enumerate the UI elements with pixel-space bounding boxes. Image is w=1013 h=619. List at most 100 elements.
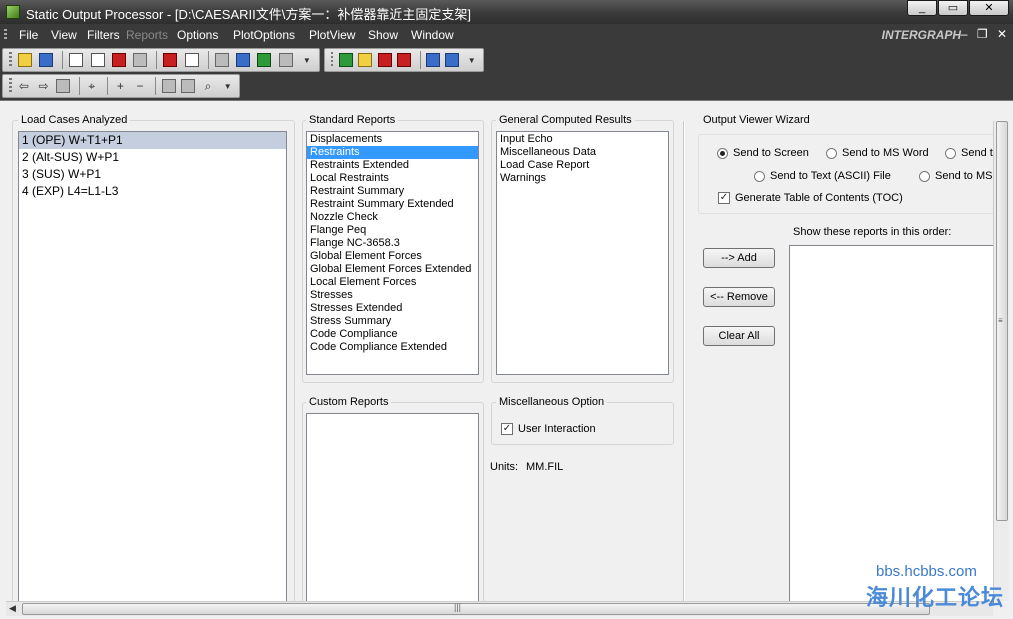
load-case-item[interactable]: 4 (EXP) L4=L1-L3 bbox=[19, 183, 286, 200]
report-order-list[interactable] bbox=[789, 245, 994, 605]
result-item[interactable]: Input Echo bbox=[497, 133, 668, 146]
stop-icon[interactable] bbox=[161, 51, 179, 69]
edit-icon[interactable] bbox=[357, 51, 374, 69]
chevron-down-icon[interactable]: ▼ bbox=[298, 51, 316, 69]
minimize-button[interactable]: _ bbox=[907, 0, 937, 16]
corner-icon[interactable] bbox=[182, 51, 200, 69]
excel-icon[interactable] bbox=[255, 51, 273, 69]
intergraph-logo: INTERGRAPH bbox=[881, 28, 961, 42]
mdi-close-button[interactable]: ✕ bbox=[997, 27, 1007, 41]
menubar-grip[interactable] bbox=[4, 29, 7, 41]
mdi-restore-button[interactable]: ❐ bbox=[977, 27, 988, 41]
report-item[interactable]: Stress Summary bbox=[307, 315, 478, 328]
arrow-right-icon[interactable]: ⇨ bbox=[35, 77, 52, 95]
toolbar-grip[interactable] bbox=[331, 52, 334, 68]
scroll-left-icon[interactable]: ◀ bbox=[9, 603, 16, 614]
clear-icon[interactable] bbox=[396, 51, 413, 69]
report-item[interactable]: Global Element Forces Extended bbox=[307, 263, 478, 276]
print-icon[interactable] bbox=[213, 51, 231, 69]
report-item[interactable]: Flange Peq bbox=[307, 224, 478, 237]
report-item[interactable]: Code Compliance bbox=[307, 328, 478, 341]
menu-plotoptions[interactable]: PlotOptions bbox=[233, 28, 295, 42]
menu-options[interactable]: Options bbox=[177, 28, 218, 42]
menu-plotview[interactable]: PlotView bbox=[309, 28, 355, 42]
report-icon[interactable] bbox=[131, 51, 149, 69]
document-red-icon[interactable] bbox=[110, 51, 128, 69]
report-item[interactable]: Displacements bbox=[307, 133, 478, 146]
page-icon[interactable] bbox=[55, 77, 72, 95]
toolbar-separator bbox=[207, 51, 209, 69]
remove-button[interactable]: <-- Remove bbox=[703, 287, 775, 307]
custom-reports-list[interactable] bbox=[306, 413, 479, 606]
mdi-minimize-button[interactable]: – bbox=[961, 27, 968, 41]
menu-window[interactable]: Window bbox=[411, 28, 454, 42]
document-icon[interactable] bbox=[67, 51, 85, 69]
close-button[interactable]: ✕ bbox=[969, 0, 1009, 16]
open-folder-icon[interactable] bbox=[16, 51, 34, 69]
user-interaction-checkbox[interactable]: ✓ User Interaction bbox=[501, 423, 596, 435]
toolbar-grip[interactable] bbox=[9, 52, 12, 68]
send-to-word-radio[interactable]: Send to MS Word bbox=[826, 147, 929, 159]
load-case-item[interactable]: 3 (SUS) W+P1 bbox=[19, 166, 286, 183]
report-item[interactable]: Stresses bbox=[307, 289, 478, 302]
report-item[interactable]: Restraints bbox=[307, 146, 478, 159]
binoculars-icon[interactable]: ⌖ bbox=[83, 77, 100, 95]
report-item[interactable]: Stresses Extended bbox=[307, 302, 478, 315]
menu-filters[interactable]: Filters bbox=[87, 28, 120, 42]
edit-toolbar: ▼ bbox=[324, 48, 484, 72]
maximize-button[interactable]: ▭ bbox=[938, 0, 968, 16]
menu-view[interactable]: View bbox=[51, 28, 77, 42]
add-report-icon[interactable] bbox=[337, 51, 354, 69]
send-to-other-radio[interactable]: Send t bbox=[945, 147, 993, 159]
send-to-ms-radio[interactable]: Send to MS bbox=[919, 170, 992, 182]
arrow-left-icon[interactable]: ⇦ bbox=[16, 77, 33, 95]
zoom-icon[interactable]: ⌕ bbox=[200, 77, 217, 95]
load-cases-list[interactable]: 1 (OPE) W+T1+P1 2 (Alt-SUS) W+P1 3 (SUS)… bbox=[18, 131, 287, 606]
minus-icon[interactable]: − bbox=[132, 77, 149, 95]
save-icon[interactable] bbox=[37, 51, 55, 69]
toolbar-grip[interactable] bbox=[9, 78, 12, 94]
send-to-screen-radio[interactable]: Send to Screen bbox=[717, 147, 809, 159]
delete-icon[interactable] bbox=[377, 51, 394, 69]
report-item[interactable]: Global Element Forces bbox=[307, 250, 478, 263]
menu-show[interactable]: Show bbox=[368, 28, 398, 42]
load-case-item[interactable]: 1 (OPE) W+T1+P1 bbox=[19, 132, 286, 149]
report-item[interactable]: Restraint Summary Extended bbox=[307, 198, 478, 211]
general-results-list[interactable]: Input Echo Miscellaneous Data Load Case … bbox=[496, 131, 669, 375]
panel-divider[interactable] bbox=[683, 121, 685, 601]
send-to-text-radio[interactable]: Send to Text (ASCII) File bbox=[754, 170, 891, 182]
settings-icon[interactable] bbox=[444, 51, 461, 69]
menu-reports[interactable]: Reports bbox=[126, 28, 168, 42]
report-item[interactable]: Flange NC-3658.3 bbox=[307, 237, 478, 250]
toolbar-row-2: ⇦ ⇨ ⌖ + − ⌕ ▼ bbox=[0, 72, 1013, 100]
plus-icon[interactable]: + bbox=[112, 77, 129, 95]
menu-file[interactable]: File bbox=[19, 28, 38, 42]
properties-icon[interactable] bbox=[424, 51, 441, 69]
report-item[interactable]: Restraints Extended bbox=[307, 159, 478, 172]
generate-toc-checkbox[interactable]: ✓ Generate Table of Contents (TOC) bbox=[718, 192, 903, 204]
report-item[interactable]: Restraint Summary bbox=[307, 185, 478, 198]
clear-all-button[interactable]: Clear All bbox=[703, 326, 775, 346]
vertical-scrollbar[interactable]: ≡ bbox=[993, 121, 1009, 601]
scroll-grip-icon: ≡ bbox=[998, 316, 1003, 325]
report-item[interactable]: Local Restraints bbox=[307, 172, 478, 185]
add-button[interactable]: --> Add bbox=[703, 248, 775, 268]
document-copy-icon[interactable] bbox=[88, 51, 106, 69]
load-case-item[interactable]: 2 (Alt-SUS) W+P1 bbox=[19, 149, 286, 166]
chevron-down-icon[interactable]: ▼ bbox=[219, 77, 236, 95]
result-item[interactable]: Warnings bbox=[497, 172, 668, 185]
result-item[interactable]: Load Case Report bbox=[497, 159, 668, 172]
toolbar-separator bbox=[155, 77, 157, 95]
monitor-icon[interactable] bbox=[276, 51, 294, 69]
result-item[interactable]: Miscellaneous Data bbox=[497, 146, 668, 159]
report-item[interactable]: Local Element Forces bbox=[307, 276, 478, 289]
report-item[interactable]: Code Compliance Extended bbox=[307, 341, 478, 354]
print-preview-icon[interactable] bbox=[180, 77, 197, 95]
standard-reports-list[interactable]: Displacements Restraints Restraints Exte… bbox=[306, 131, 479, 375]
chevron-down-icon[interactable]: ▼ bbox=[464, 51, 481, 69]
window-icon[interactable] bbox=[160, 77, 177, 95]
horizontal-scroll-thumb[interactable] bbox=[22, 603, 930, 615]
report-item[interactable]: Nozzle Check bbox=[307, 211, 478, 224]
horizontal-scrollbar[interactable]: ◀ ||| bbox=[6, 601, 993, 616]
word-icon[interactable] bbox=[234, 51, 252, 69]
